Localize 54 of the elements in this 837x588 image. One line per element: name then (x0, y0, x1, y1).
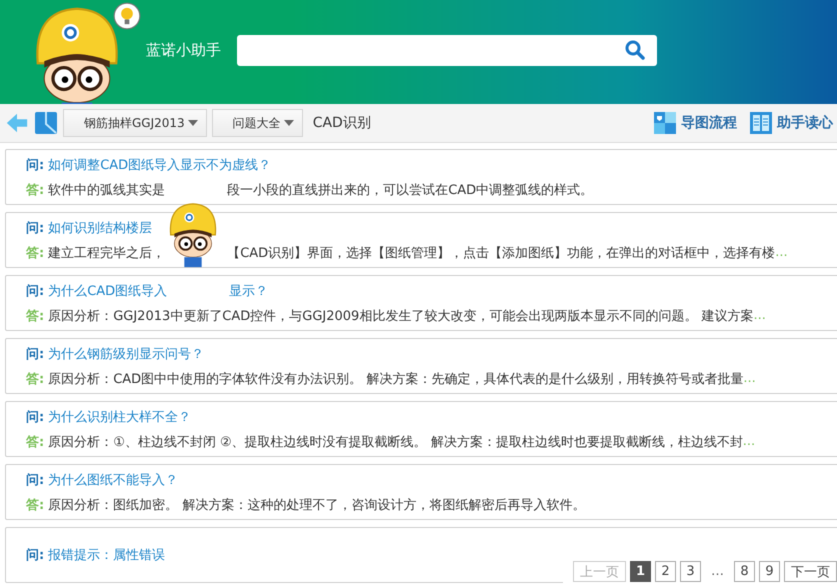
question-label: 问: (26, 156, 44, 174)
question-link[interactable]: 报错提示：属性错误 (48, 546, 166, 564)
more-ellipsis[interactable]: ... (753, 308, 766, 323)
answer-label: 答: (26, 370, 44, 388)
more-ellipsis[interactable]: ... (775, 245, 788, 260)
answer-text: 软件中的弧线其实是 (48, 182, 166, 198)
page-button[interactable]: 2 (655, 561, 676, 582)
question-link[interactable]: 为什么CAD图纸导入 (48, 282, 168, 300)
question-label: 问: (26, 472, 44, 488)
page-button[interactable]: 3 (680, 561, 701, 582)
answer-label: 答: (26, 496, 44, 514)
answer-label: 答: (26, 308, 44, 324)
search-icon[interactable] (625, 40, 645, 60)
tiles-icon (654, 112, 676, 134)
page-button[interactable]: 8 (734, 561, 755, 582)
answer-text: 原因分析：图纸加密。 解决方案：这种的处理不了，咨询设计方，将图纸解密后再导入软件。 (48, 496, 586, 514)
dropdown-button[interactable]: 问题大全 (212, 109, 303, 137)
question-label: 问: (26, 408, 44, 426)
answer-text: 原因分析：GGJ2013中更新了CAD控件，与GGJ2009相比发生了较大改变，可能会出现两版本显示不同的问题。 建议方案 (48, 308, 754, 324)
answer-text: 原因分析：①、柱边线不封闭 ②、提取柱边线时没有提取截断线。 解决方案：提取柱边线时也要提取截断线，柱边线不封 (48, 434, 743, 450)
question-link[interactable]: 为什么识别柱大样不全？ (48, 408, 192, 426)
question-link[interactable]: 如何识别结构楼层 (48, 218, 152, 236)
answer-text: 段一小段的直线拼出来的，可以尝试在CAD中调整弧线的样式。 (227, 182, 594, 198)
question-link[interactable]: 为什么钢筋级别显示问号？ (48, 344, 204, 362)
toolbar-button[interactable]: 助手读心 (746, 112, 837, 134)
question-link[interactable]: 为什么图纸不能导入？ (48, 470, 178, 488)
page-ellipsis: … (710, 564, 725, 579)
question-label: 问: (26, 220, 44, 236)
back-arrow-icon[interactable] (5, 111, 29, 135)
caret-icon (284, 120, 294, 126)
breadcrumb: CAD识别 (312, 114, 371, 132)
dropdown-button[interactable]: 钢筋抽样GGJ2013 (63, 109, 207, 137)
page-nav-button[interactable]: 下一页 (784, 561, 837, 582)
more-ellipsis[interactable]: ... (743, 371, 756, 386)
question-link[interactable]: 显示？ (229, 282, 268, 300)
page-button[interactable]: 9 (759, 561, 780, 582)
answer-label: 答: (26, 244, 44, 262)
question-link[interactable]: 如何调整CAD图纸导入显示不为虚线？ (48, 156, 272, 174)
answer-text: 【CAD识别】界面，选择【图纸管理】，点击【添加图纸】功能，在弹出的对话框中，选择有楼 (227, 244, 776, 262)
search-field[interactable] (237, 34, 657, 66)
question-label: 问: (26, 346, 44, 362)
question-label: 问: (26, 282, 44, 300)
answer-text: 原因分析：CAD图中中使用的字体软件没有办法识别。 解决方案：先确定，具体代表的是什么级别，用转换符号或者批量 (48, 370, 744, 388)
question-label: 问: (26, 547, 44, 564)
page-button[interactable]: 1 (630, 561, 651, 582)
more-ellipsis[interactable]: ... (742, 434, 756, 449)
book-icon (750, 112, 772, 134)
app-title: 蓝诺小助手 (146, 40, 221, 60)
answer-label: 答: (26, 182, 44, 198)
caret-icon (188, 120, 198, 126)
answer-label: 答: (26, 434, 44, 450)
answer-text: 建立工程完毕之后， (48, 244, 166, 262)
lightbulb-icon (113, 2, 141, 30)
toolbar-button[interactable]: 导图流程 (650, 112, 741, 134)
